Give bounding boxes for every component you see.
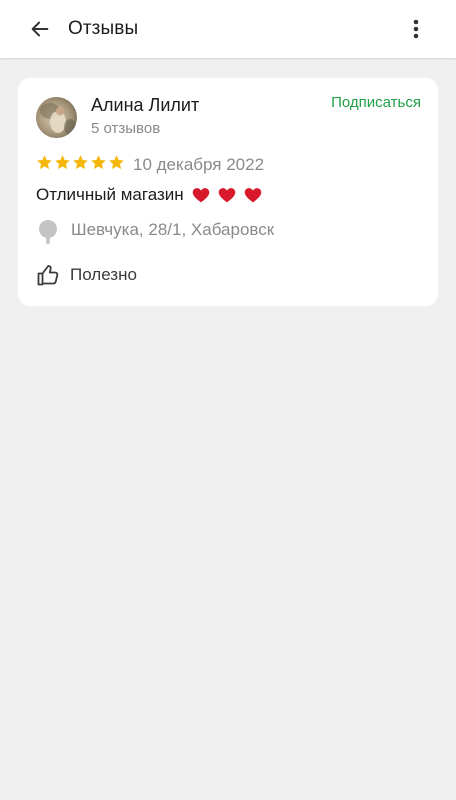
- useful-label: Полезно: [70, 265, 137, 284]
- useful-button[interactable]: Полезно: [36, 262, 137, 288]
- star-icon: [55, 155, 70, 170]
- red-heart-icon: [218, 188, 235, 203]
- star-icon: [109, 155, 124, 170]
- page-title: Отзывы: [68, 18, 139, 39]
- subscribe-button[interactable]: Подписаться: [331, 93, 421, 113]
- more-menu-button[interactable]: [398, 11, 434, 47]
- map-pin-icon: [39, 220, 57, 244]
- review-date: 10 декабря 2022: [133, 155, 265, 174]
- store-address[interactable]: Шевчука, 28/1, Хабаровск: [71, 219, 274, 241]
- review-count: 5 отзывов: [91, 120, 161, 137]
- arrow-left-icon: [31, 21, 49, 37]
- red-heart-icon: [244, 188, 261, 203]
- avatar[interactable]: [36, 97, 77, 138]
- star-rating: [36, 154, 125, 171]
- app-bar: Отзывы: [0, 0, 456, 58]
- heart-emoji-group: [192, 187, 262, 203]
- review-card: Алина Лилит 5 отзывов Подписаться 10 дек…: [18, 78, 438, 306]
- review-text-content: Отличный магазин: [36, 185, 184, 204]
- back-button[interactable]: [22, 11, 58, 47]
- thumb-up-icon: [37, 265, 59, 286]
- more-vertical-icon: [413, 19, 419, 39]
- red-heart-icon: [192, 188, 209, 203]
- star-icon: [73, 155, 88, 170]
- author-name[interactable]: Алина Лилит: [91, 94, 199, 116]
- star-icon: [37, 155, 52, 170]
- star-icon: [91, 155, 106, 170]
- review-text: Отличный магазин: [36, 184, 262, 206]
